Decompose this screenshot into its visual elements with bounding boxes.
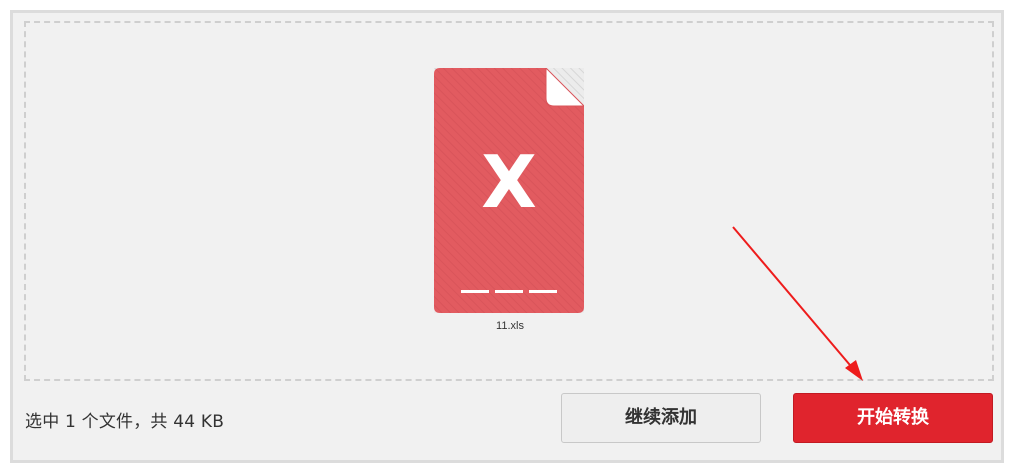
file-name: 11.xls — [496, 320, 524, 332]
start-convert-button[interactable]: 开始转换 — [793, 393, 993, 443]
converter-panel: X 11.xls 选中 1 个文件，共 44 KB 继续添加 开始转换 — [10, 10, 1004, 463]
file-icon-letter: X — [481, 140, 537, 224]
selection-summary: 选中 1 个文件，共 44 KB — [25, 412, 225, 432]
add-more-button[interactable]: 继续添加 — [561, 393, 761, 443]
file-item[interactable]: X 11.xls — [434, 68, 586, 332]
file-drop-zone[interactable]: X 11.xls — [24, 21, 994, 381]
excel-file-icon[interactable]: X — [434, 68, 584, 313]
